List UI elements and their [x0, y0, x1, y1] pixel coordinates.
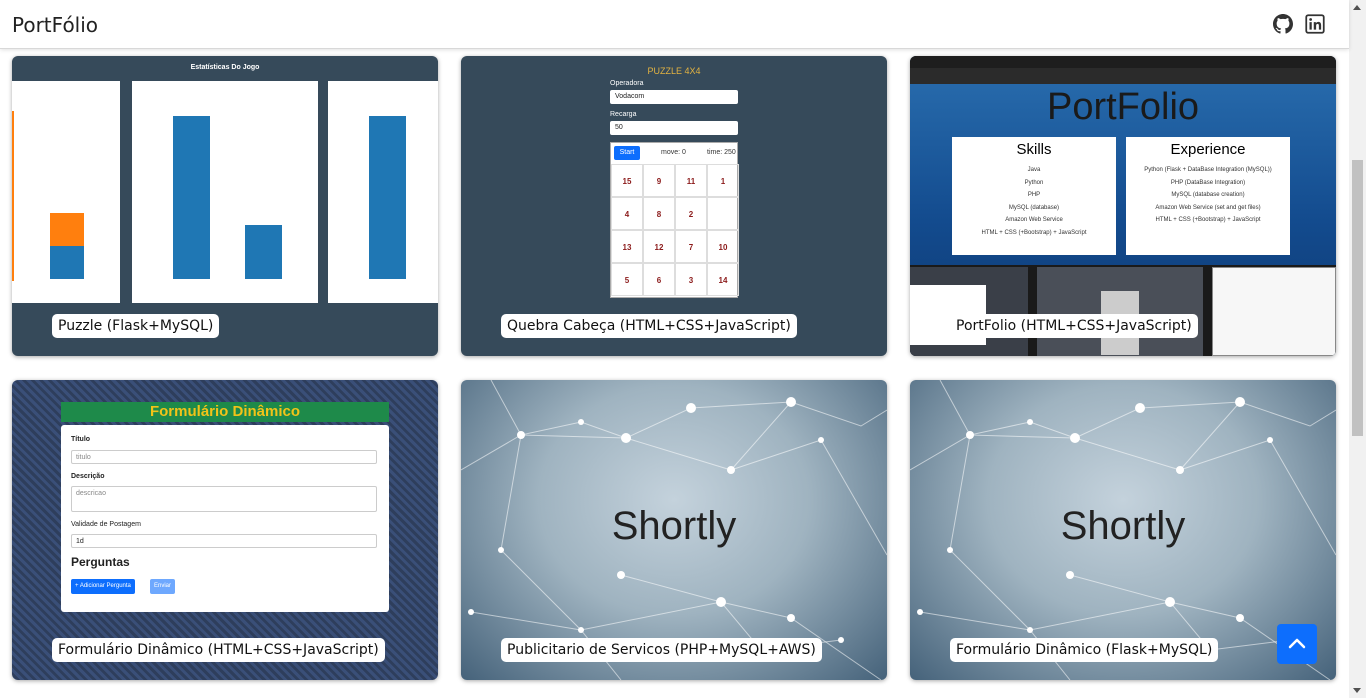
form-panel: Título titulo Descrição descricao Valida…: [61, 425, 389, 612]
chart-bar: [369, 116, 406, 279]
recharge-select: 50: [610, 121, 738, 135]
puzzle-tile: 5: [611, 263, 643, 296]
title-label: Título: [71, 436, 91, 443]
project-card-portfolio[interactable]: PortFolio Skills Java Python PHP MySQL (dat…: [910, 56, 1336, 356]
puzzle-tile: 14: [707, 263, 739, 296]
scrollbar-thumb[interactable]: [1352, 160, 1363, 436]
preview-title: PUZZLE 4X4: [647, 66, 701, 76]
skill-item: Amazon Web Service: [1005, 217, 1063, 223]
add-question-button: + Adicionar Pergunta: [71, 579, 135, 594]
experience-item: MySQL (database creation): [1171, 192, 1245, 198]
scroll-up-arrow-icon[interactable]: [1353, 5, 1361, 10]
puzzle-tile-empty: [707, 197, 739, 230]
project-card-publicitario-servicos[interactable]: Shortly Publicitario de Servicos (PHP+My…: [461, 380, 887, 680]
experience-item: Python (Flask + DataBase Integration (My…: [1144, 167, 1272, 173]
chart-panel: [132, 81, 318, 303]
puzzle-tile: 11: [675, 164, 707, 197]
experience-title: Experience: [1170, 141, 1246, 158]
description-label: Descrição: [71, 473, 105, 480]
skills-title: Skills: [1016, 141, 1052, 158]
operator-select: Vodacom: [610, 90, 738, 104]
scroll-down-arrow-icon[interactable]: [1353, 688, 1361, 693]
project-card-formulario-flask[interactable]: Shortly Formulário Dinâmico (Flask+MySQL…: [910, 380, 1336, 680]
github-icon[interactable]: [1273, 14, 1293, 34]
chart-bar: [50, 246, 84, 279]
description-textarea: descricao: [71, 486, 377, 512]
puzzle-tile: 13: [611, 230, 643, 263]
page-scrollbar[interactable]: [1349, 0, 1366, 698]
chart-bar: [245, 225, 282, 279]
start-button: Start: [614, 146, 640, 160]
project-card-puzzle[interactable]: Estatísticas Do Jogo Puzzle (Flask+MySQL…: [12, 56, 438, 356]
project-caption[interactable]: Publicitario de Servicos (PHP+MySQL+AWS): [501, 638, 822, 662]
chart-panel: [12, 81, 120, 303]
preview-title: Formulário Dinâmico: [61, 402, 389, 422]
project-card-formulario-dinamico[interactable]: Formulário Dinâmico Título titulo Descri…: [12, 380, 438, 680]
puzzle-tile: 9: [643, 164, 675, 197]
send-button: Enviar: [150, 579, 176, 594]
puzzle-tile: 2: [675, 197, 707, 230]
browser-chrome: [910, 56, 1336, 84]
skill-item: HTML + CSS (+Bootstrap) + JavaScript: [981, 229, 1087, 236]
puzzle-tile: 10: [707, 230, 739, 263]
preview-title: Shortly: [1060, 504, 1186, 548]
project-caption[interactable]: Quebra Cabeça (HTML+CSS+JavaScript): [501, 314, 797, 338]
operator-label: Operadora: [610, 80, 644, 87]
title-input: titulo: [71, 450, 377, 464]
project-caption[interactable]: Puzzle (Flask+MySQL): [52, 314, 220, 338]
puzzle-tile: 15: [611, 164, 643, 197]
preview-title: Shortly: [611, 504, 737, 548]
chevron-up-icon: [1288, 638, 1306, 649]
project-caption[interactable]: PortFolio (HTML+CSS+JavaScript): [950, 314, 1198, 338]
thumbnail-strip: [910, 265, 1336, 356]
linkedin-icon[interactable]: [1305, 14, 1325, 34]
back-to-top-button[interactable]: [1277, 624, 1317, 664]
chart-bar: [50, 213, 84, 246]
skill-item: Java: [1027, 167, 1041, 173]
chart-bar-edge: [12, 111, 14, 281]
chart-panel: [328, 81, 438, 303]
puzzle-tile: 12: [643, 230, 675, 263]
skills-box: Skills Java Python PHP MySQL (database) Amaz…: [952, 137, 1116, 255]
skill-item: MySQL (database): [1008, 204, 1060, 211]
validity-label: Validade de Postagem: [71, 521, 141, 528]
puzzle-tile: 4: [611, 197, 643, 230]
tile-grid: 15 9 11 1 4 8 2 13 12 7 10 5 6 3 14: [611, 164, 739, 298]
timer: time: 250: [707, 149, 736, 156]
puzzle-board: Start move: 0 time: 250 15 9 11 1 4 8 2 13 12 7 10…: [610, 142, 739, 298]
move-counter: move: 0: [661, 149, 686, 156]
skill-item: Python: [1024, 179, 1044, 186]
experience-item: HTML + CSS (+Bootstrap) + JavaScript: [1155, 217, 1261, 223]
puzzle-tile: 6: [643, 263, 675, 296]
project-caption[interactable]: Formulário Dinâmico (Flask+MySQL): [950, 638, 1219, 662]
preview-title: Estatísticas Do Jogo: [190, 64, 260, 71]
brand-title[interactable]: PortFólio: [12, 13, 98, 37]
experience-item: PHP (DataBase Integration): [1170, 179, 1246, 186]
puzzle-tile: 8: [643, 197, 675, 230]
chart-bar: [173, 116, 210, 279]
skill-item: PHP: [1027, 192, 1041, 198]
experience-box: Experience Python (Flask + DataBase Inte…: [1126, 137, 1290, 255]
validity-select: 1d: [71, 534, 377, 548]
questions-title: Perguntas: [71, 555, 130, 569]
project-card-quebra-cabeca[interactable]: PUZZLE 4X4 Operadora Vodacom Recarga 50 …: [461, 56, 887, 356]
puzzle-tile: 7: [675, 230, 707, 263]
puzzle-tile: 3: [675, 263, 707, 296]
thumbnail: [1212, 267, 1336, 356]
preview-title: PortFolio: [1046, 86, 1200, 128]
experience-list: Python (Flask + DataBase Integration (My…: [1126, 164, 1290, 227]
navbar: PortFólio: [0, 0, 1349, 49]
project-caption[interactable]: Formulário Dinâmico (HTML+CSS+JavaScript…: [52, 638, 385, 662]
experience-item: Amazon Web Service (set and get files): [1155, 204, 1261, 211]
browser-tabs: [910, 56, 1336, 68]
puzzle-tile: 1: [707, 164, 739, 197]
skills-list: Java Python PHP MySQL (database) Amazon Web …: [952, 164, 1116, 239]
recharge-label: Recarga: [610, 111, 637, 118]
